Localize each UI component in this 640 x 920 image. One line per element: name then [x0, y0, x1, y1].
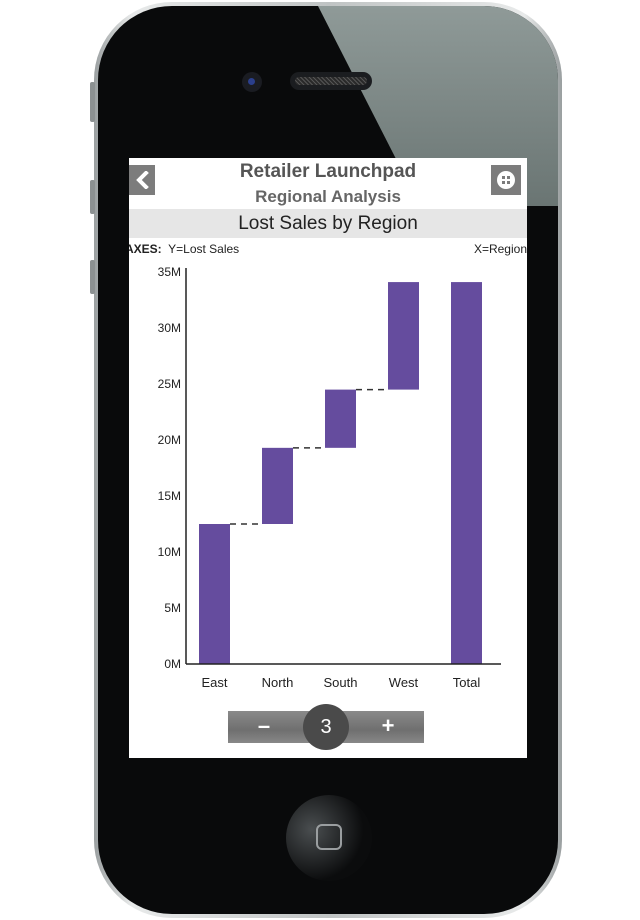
decrement-button[interactable]: –	[228, 711, 300, 743]
y-tick-label: 25M	[158, 377, 181, 391]
y-tick-label: 0M	[164, 657, 181, 671]
y-tick-label: 30M	[158, 321, 181, 335]
home-square-icon	[316, 824, 342, 850]
bar-east[interactable]	[199, 524, 230, 664]
level-stepper: – + 3	[228, 704, 424, 750]
x-tick-label: West	[389, 675, 419, 690]
x-tick-label: North	[262, 675, 294, 690]
x-tick-label: South	[324, 675, 358, 690]
volume-down-button	[90, 260, 95, 294]
bar-total[interactable]	[451, 282, 482, 664]
front-camera-icon	[242, 72, 262, 92]
y-tick-label: 35M	[158, 265, 181, 279]
volume-up-button	[90, 180, 95, 214]
home-button[interactable]	[286, 795, 372, 881]
y-tick-label: 20M	[158, 433, 181, 447]
app-screen: Retailer Launchpad Regional Analysis Los…	[129, 158, 527, 758]
bar-west[interactable]	[388, 282, 419, 390]
y-tick-label: 15M	[158, 489, 181, 503]
bar-north[interactable]	[262, 447, 293, 524]
silent-switch	[90, 82, 95, 122]
y-tick-label: 5M	[164, 601, 181, 615]
increment-button[interactable]: +	[352, 711, 424, 743]
speaker-grille	[290, 72, 372, 90]
bar-south[interactable]	[325, 389, 356, 448]
x-tick-label: East	[201, 675, 227, 690]
stepper-value: 3	[303, 704, 349, 750]
waterfall-chart: 0M 5M 10M 15M 20M 25M 30M 35M East North South Wes…	[158, 265, 501, 690]
y-tick-label: 10M	[158, 545, 181, 559]
x-tick-label: Total	[453, 675, 481, 690]
